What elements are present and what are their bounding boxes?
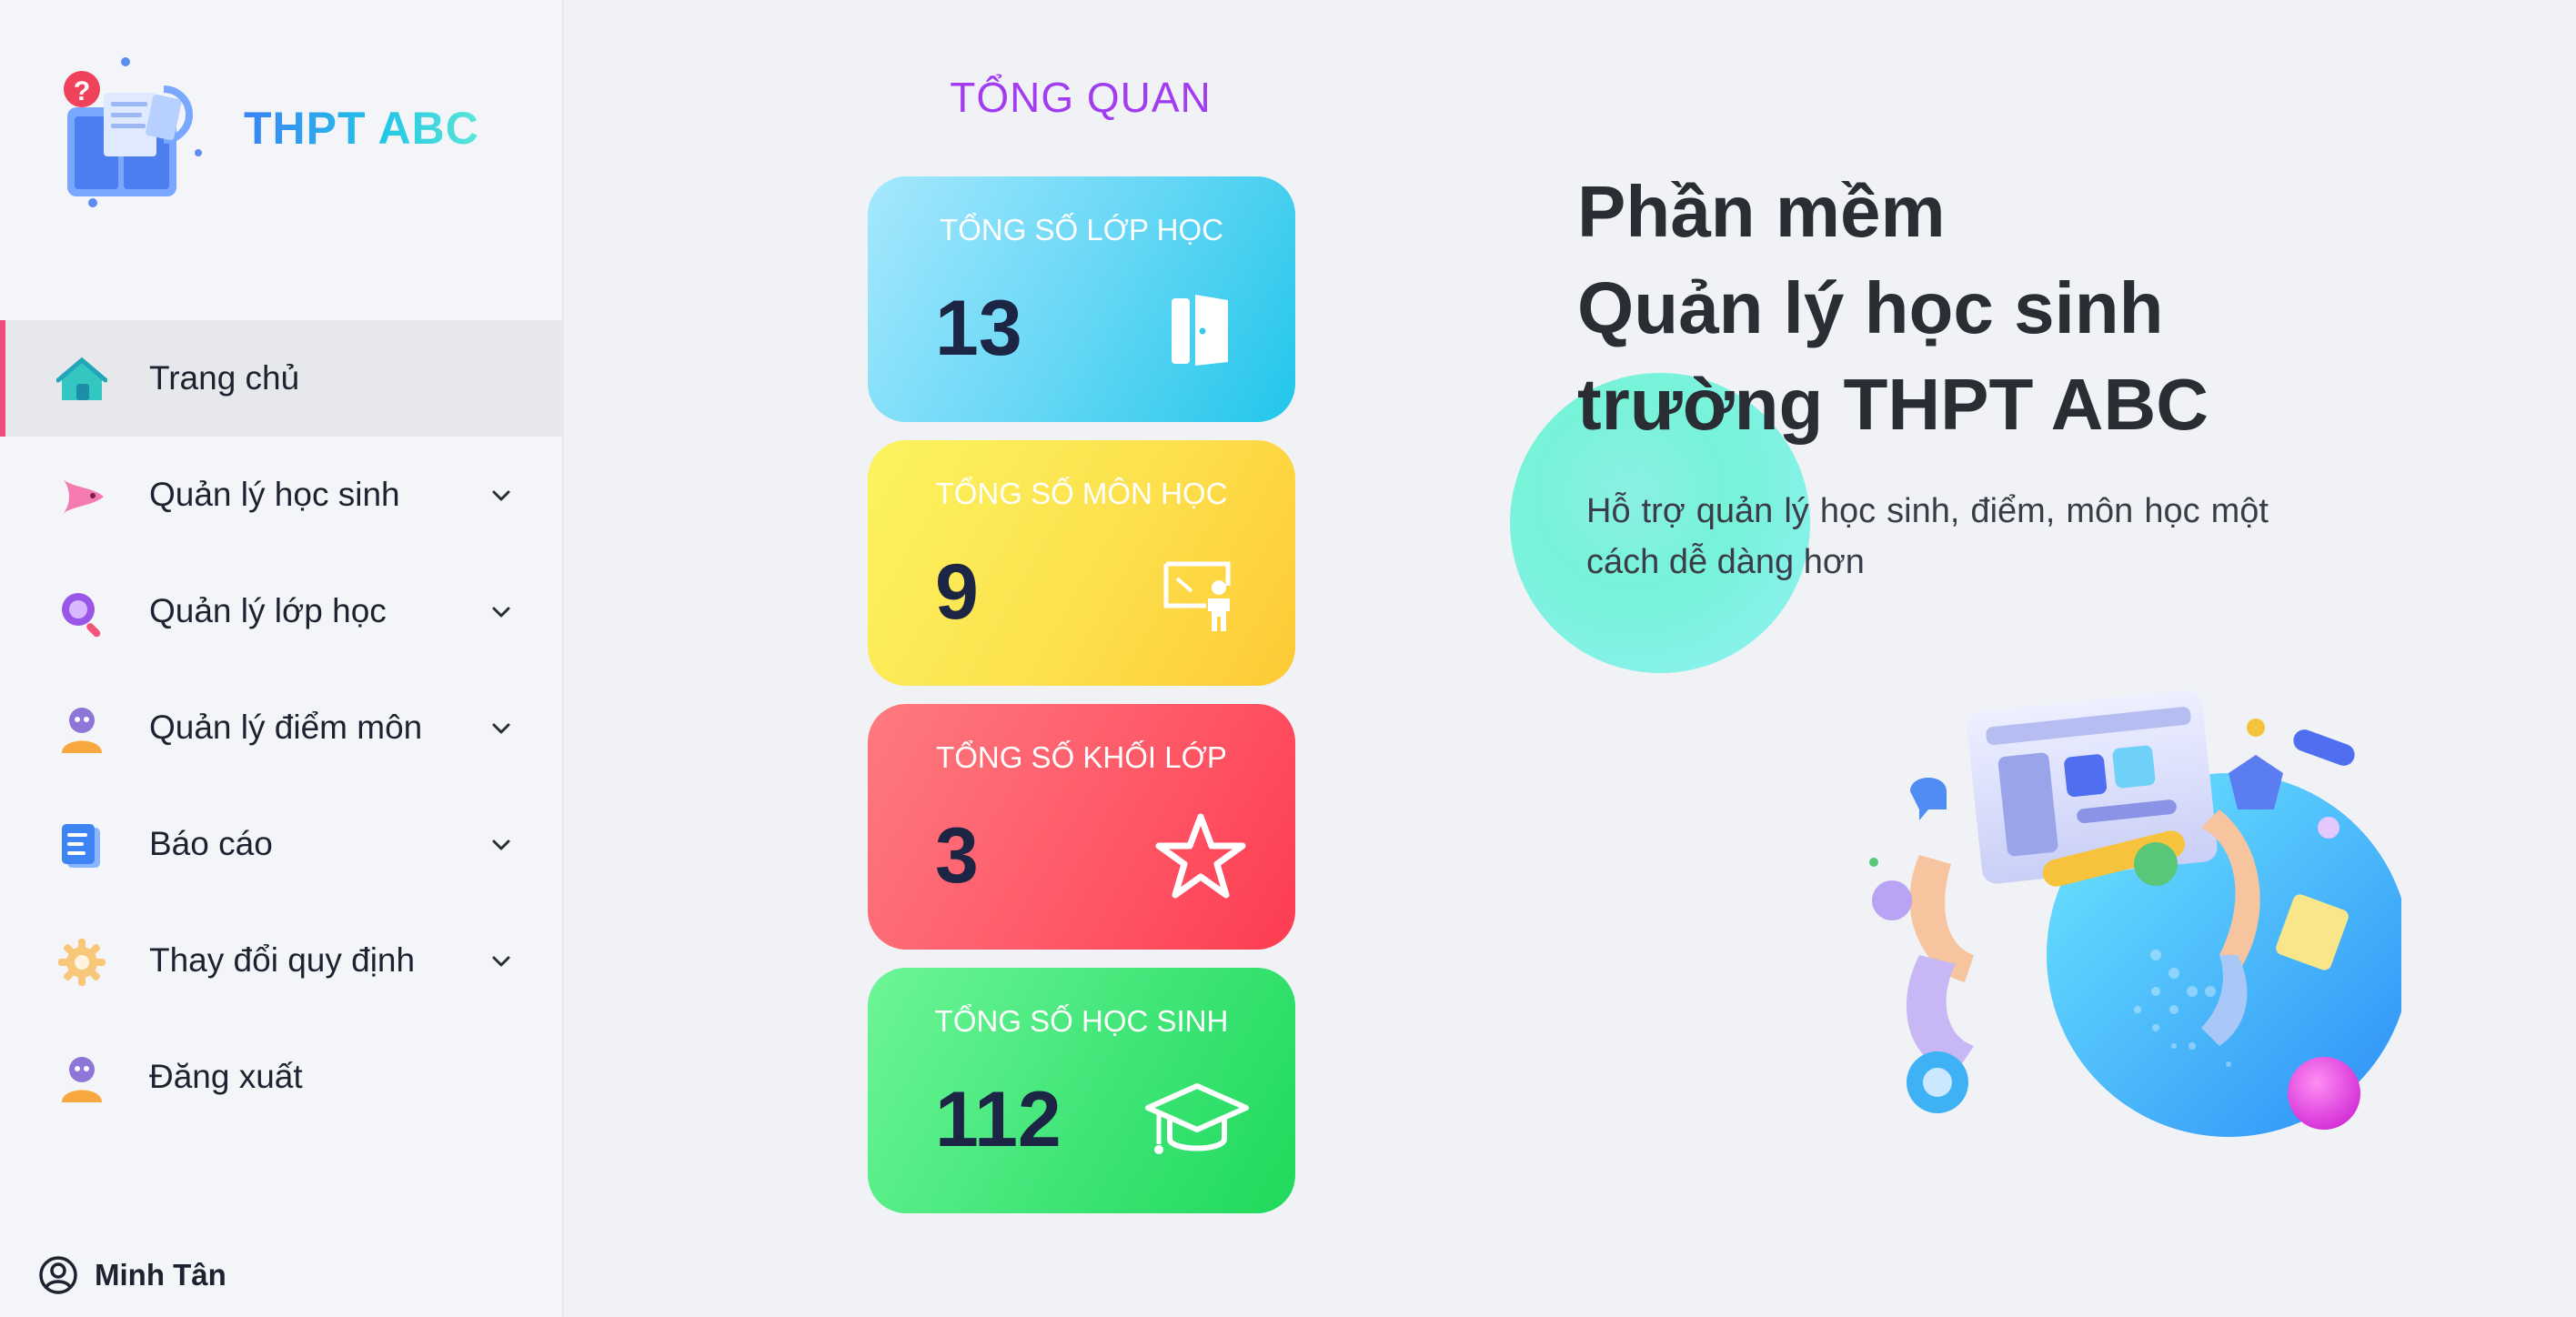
overview-title: TỔNG QUAN	[950, 74, 1212, 121]
magnifier-icon	[56, 588, 107, 638]
sidebar-item-logout[interactable]: Đăng xuất	[0, 1019, 564, 1135]
current-user[interactable]: Minh Tân	[38, 1255, 226, 1295]
fish-icon	[56, 471, 107, 522]
card-title: TỔNG SỐ HỌC SINH	[934, 1004, 1229, 1038]
user-avatar-icon	[56, 1053, 107, 1104]
hero-title: Phần mềm Quản lý học sinh trường THPT AB…	[1577, 164, 2209, 453]
sidebar-item-reports[interactable]: Báo cáo	[0, 786, 564, 902]
card-value: 112	[935, 1076, 1062, 1163]
hero-title-line: Quản lý học sinh	[1577, 267, 2164, 348]
sidebar-item-label: Quản lý học sinh	[149, 476, 400, 513]
door-icon	[1155, 284, 1246, 375]
sidebar-item-classes[interactable]: Quản lý lớp học	[0, 553, 564, 669]
school-logo[interactable]: ?	[55, 53, 218, 212]
user-circle-icon	[38, 1255, 78, 1295]
chevron-down-icon[interactable]	[488, 831, 515, 859]
hero-title-line: trường THPT ABC	[1577, 364, 2209, 445]
sidebar-item-label: Đăng xuất	[149, 1058, 303, 1095]
chevron-down-icon[interactable]	[488, 482, 515, 509]
chevron-down-icon[interactable]	[488, 598, 515, 626]
hero-illustration	[1856, 682, 2410, 1155]
card-value: 13	[935, 285, 1022, 372]
sidebar-item-label: Trang chủ	[149, 359, 300, 397]
teacher-board-icon	[1155, 548, 1246, 638]
sidebar-item-label: Quản lý điểm môn	[149, 709, 423, 746]
svg-text:?: ?	[74, 76, 90, 106]
card-title: TỔNG SỐ KHỐI LỚP	[936, 740, 1227, 774]
brand-name: THPT ABC	[244, 103, 479, 154]
sidebar-item-settings[interactable]: Thay đổi quy định	[0, 902, 564, 1019]
stat-card-grades[interactable]: TỔNG SỐ KHỐI LỚP 3	[868, 704, 1295, 950]
stat-card-students[interactable]: TỔNG SỐ HỌC SINH 112	[868, 968, 1295, 1213]
sidebar-item-label: Báo cáo	[149, 825, 273, 862]
star-icon	[1155, 811, 1246, 902]
sidebar: ? THPT ABC Trang chủ Quản lý học sinh Qu…	[0, 0, 564, 1317]
card-title: TỔNG SỐ MÔN HỌC	[935, 477, 1228, 510]
user-name: Minh Tân	[95, 1258, 226, 1292]
hero-title-line: Phần mềm	[1577, 171, 1946, 252]
gear-icon	[56, 937, 107, 988]
stat-card-subjects[interactable]: TỔNG SỐ MÔN HỌC 9	[868, 440, 1295, 686]
chevron-down-icon[interactable]	[488, 948, 515, 975]
sidebar-item-home[interactable]: Trang chủ	[0, 320, 564, 437]
sidebar-item-label: Thay đổi quy định	[149, 941, 416, 979]
user-avatar-icon	[56, 704, 107, 755]
home-icon	[55, 355, 108, 406]
sidebar-item-label: Quản lý lớp học	[149, 592, 387, 629]
card-value: 9	[935, 548, 979, 636]
card-title: TỔNG SỐ LỚP HỌC	[940, 213, 1223, 246]
sidebar-menu: Trang chủ Quản lý học sinh Quản lý lớp h…	[0, 320, 564, 1135]
stat-card-classes[interactable]: TỔNG SỐ LỚP HỌC 13	[868, 176, 1295, 422]
sidebar-item-students[interactable]: Quản lý học sinh	[0, 437, 564, 553]
document-icon	[56, 820, 107, 871]
chevron-down-icon[interactable]	[488, 715, 515, 742]
graduation-cap-icon	[1144, 1075, 1250, 1166]
sidebar-item-grades[interactable]: Quản lý điểm môn	[0, 669, 564, 786]
hero-subtitle: Hỗ trợ quản lý học sinh, điểm, môn học m…	[1586, 492, 2269, 581]
card-value: 3	[935, 812, 979, 900]
